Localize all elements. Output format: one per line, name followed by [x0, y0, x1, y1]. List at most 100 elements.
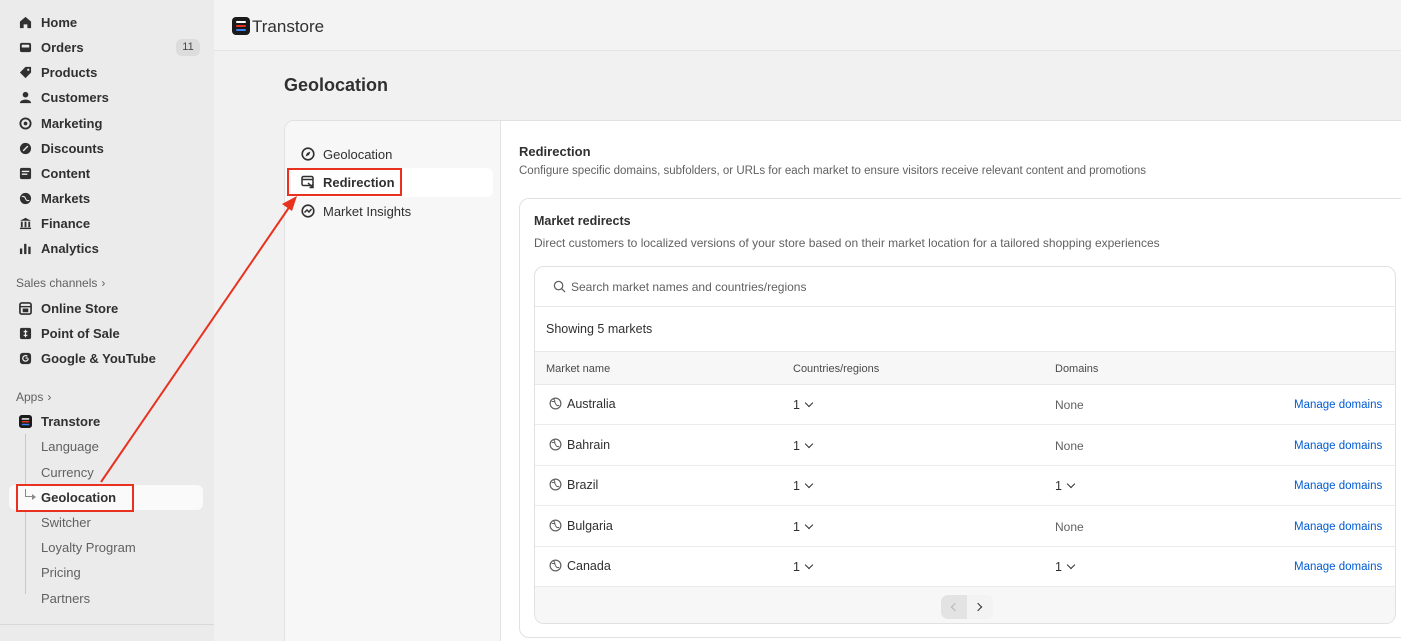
table-row: Canada 1 1 Manage domains — [535, 547, 1395, 587]
panel-nav-geolocation[interactable]: Geolocation — [285, 140, 501, 168]
market-name: Bahrain — [567, 438, 611, 452]
sidebar-subitem-switcher[interactable]: Switcher — [41, 510, 91, 535]
globe-icon — [549, 478, 562, 491]
sidebar-item-label: Products — [41, 65, 98, 80]
insights-icon — [301, 204, 315, 218]
sidebar-item-label: Markets — [41, 191, 91, 206]
app-name: Transtore — [252, 17, 325, 36]
column-header-market-name: Market name — [546, 363, 611, 375]
sidebar-item-markets[interactable]: Markets — [0, 186, 214, 211]
sidebar-item-online-store[interactable]: Online Store — [0, 296, 214, 321]
domains-dropdown[interactable]: 1 — [1055, 479, 1076, 493]
target-icon — [18, 117, 32, 131]
apps-header[interactable]: Apps › — [16, 390, 51, 404]
market-name: Australia — [567, 397, 616, 411]
previous-page-button[interactable] — [941, 595, 967, 619]
globe-icon — [549, 397, 562, 410]
chevron-down-icon — [804, 479, 814, 489]
settings-panel: Geolocation Redirection Market Insights … — [284, 120, 1401, 641]
domains-value: None — [1055, 520, 1084, 534]
chevron-down-icon — [804, 560, 814, 570]
globe-icon — [549, 519, 562, 532]
chevron-down-icon — [804, 520, 814, 530]
table-header: Market name Countries/regions Domains — [535, 351, 1395, 385]
sidebar-subitem-loyalty-program[interactable]: Loyalty Program — [41, 535, 136, 560]
markets-table: Search market names and countries/region… — [534, 266, 1396, 624]
person-icon — [18, 91, 32, 105]
search-placeholder: Search market names and countries/region… — [571, 280, 807, 294]
sidebar-item-discounts[interactable]: Discounts — [0, 136, 214, 161]
sidebar-item-label: Analytics — [41, 241, 99, 256]
sidebar-subitem-currency[interactable]: Currency — [41, 460, 94, 485]
sidebar-item-analytics[interactable]: Analytics — [0, 236, 214, 261]
sidebar-item-finance[interactable]: Finance — [0, 211, 214, 236]
sidebar-divider — [0, 624, 214, 625]
next-page-button[interactable] — [967, 595, 993, 619]
manage-domains-link[interactable]: Manage domains — [1294, 521, 1382, 533]
sidebar-item-products[interactable]: Products — [0, 60, 214, 85]
transtore-logo-icon — [18, 415, 32, 429]
chevron-down-icon — [1066, 479, 1076, 489]
market-redirects-card: Market redirects Direct customers to loc… — [519, 198, 1401, 638]
table-footer — [535, 587, 1395, 623]
sidebar-item-label: Finance — [41, 216, 91, 231]
domains-dropdown[interactable]: 1 — [1055, 560, 1076, 574]
sales-channels-header[interactable]: Sales channels › — [16, 276, 105, 290]
table-row: Brazil 1 1 Manage domains — [535, 466, 1395, 506]
column-header-domains: Domains — [1055, 363, 1099, 375]
sidebar-subitem-language[interactable]: Language — [41, 434, 99, 459]
sidebar-item-google-youtube[interactable]: Google & YouTube — [0, 346, 214, 371]
domains-value: None — [1055, 398, 1084, 412]
bank-icon — [18, 217, 32, 231]
google-icon — [18, 352, 32, 366]
panel-nav: Geolocation Redirection Market Insights — [285, 121, 501, 641]
section-title: Redirection — [519, 144, 591, 159]
page-title: Geolocation — [284, 75, 389, 95]
manage-domains-link[interactable]: Manage domains — [1294, 440, 1382, 452]
chevron-right-icon: › — [47, 390, 52, 404]
globe-icon — [18, 192, 32, 206]
countries-dropdown[interactable]: 1 — [793, 398, 814, 412]
table-row: Australia 1 None Manage domains — [535, 385, 1395, 425]
market-name: Bulgaria — [567, 519, 613, 533]
pagination — [941, 595, 993, 619]
sidebar-subitem-partners[interactable]: Partners — [41, 586, 90, 611]
sidebar-item-point-of-sale[interactable]: Point of Sale — [0, 321, 214, 346]
countries-dropdown[interactable]: 1 — [793, 560, 814, 574]
globe-icon — [549, 438, 562, 451]
sidebar-item-label: Content — [41, 166, 91, 181]
table-row: Bahrain 1 None Manage domains — [535, 426, 1395, 466]
sidebar-item-marketing[interactable]: Marketing — [0, 111, 214, 136]
card-title: Market redirects — [534, 214, 631, 228]
sidebar-item-home[interactable]: Home — [0, 10, 214, 35]
sidebar-item-label: Home — [41, 15, 78, 30]
results-count: Showing 5 markets — [546, 322, 653, 336]
sidebar-subitem-pricing[interactable]: Pricing — [41, 560, 81, 585]
panel-nav-market-insights[interactable]: Market Insights — [285, 197, 501, 225]
sidebar-item-transtore[interactable]: Transtore — [0, 409, 214, 434]
compass-icon — [301, 147, 315, 161]
section-description: Configure specific domains, subfolders, … — [519, 165, 1147, 177]
tag-icon — [18, 66, 32, 80]
sidebar-item-customers[interactable]: Customers — [0, 85, 214, 110]
chevron-right-icon: › — [101, 276, 106, 290]
home-icon — [18, 16, 32, 30]
countries-dropdown[interactable]: 1 — [793, 439, 814, 453]
sidebar-item-label: Google & YouTube — [41, 351, 156, 366]
countries-dropdown[interactable]: 1 — [793, 520, 814, 534]
manage-domains-link[interactable]: Manage domains — [1294, 399, 1382, 411]
sidebar: Home Orders 11 Products Customers Market… — [0, 0, 214, 641]
discount-icon — [18, 142, 32, 156]
chevron-down-icon — [1066, 560, 1076, 570]
annotation-highlight-redirection — [287, 168, 402, 196]
manage-domains-link[interactable]: Manage domains — [1294, 480, 1382, 492]
sidebar-item-content[interactable]: Content — [0, 161, 214, 186]
manage-domains-link[interactable]: Manage domains — [1294, 561, 1382, 573]
search-input[interactable]: Search market names and countries/region… — [535, 267, 1395, 307]
market-name: Brazil — [567, 478, 599, 492]
card-description: Direct customers to localized versions o… — [534, 236, 1160, 250]
orders-icon — [18, 41, 32, 55]
chevron-left-icon — [950, 602, 960, 612]
countries-dropdown[interactable]: 1 — [793, 479, 814, 493]
chevron-down-icon — [804, 439, 814, 449]
